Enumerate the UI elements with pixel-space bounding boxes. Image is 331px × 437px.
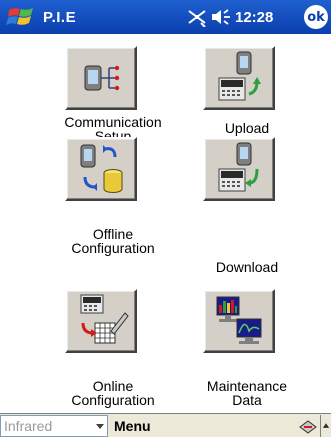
offline-configuration-button[interactable] (65, 137, 137, 201)
input-method-value: Infrared (4, 418, 53, 434)
input-method-select[interactable]: Infrared (0, 415, 108, 437)
app-title: P.I.E (43, 9, 77, 26)
windows-start-flag-icon[interactable] (6, 4, 38, 30)
dropdown-arrow-icon[interactable] (93, 419, 107, 433)
communication-setup-button[interactable] (65, 46, 137, 110)
ok-button[interactable]: ok (304, 5, 328, 29)
online-configuration-label[interactable]: Online Configuration (48, 379, 178, 407)
volume-icon[interactable] (210, 8, 232, 26)
clock[interactable]: 12:28 (235, 9, 273, 26)
offline-configuration-label[interactable]: Offline Configuration (48, 227, 178, 255)
keyboard-sip-icon[interactable] (298, 417, 318, 435)
pda-database-sync-icon (80, 144, 123, 193)
online-configuration-button[interactable] (65, 289, 137, 353)
maintenance-data-label[interactable]: Maintenance Data (182, 379, 312, 407)
download-label[interactable]: Download (182, 260, 312, 274)
download-button[interactable] (203, 137, 275, 201)
maintenance-data-button[interactable] (203, 289, 275, 353)
scroll-up-icon[interactable] (320, 415, 331, 437)
pda-connection-icon (84, 65, 120, 91)
monitors-chart-icon (216, 296, 262, 344)
bottom-bar: Infrared Menu (0, 413, 331, 437)
title-bar: P.I.E 12:28 ok (0, 0, 331, 34)
menu-softkey[interactable]: Menu (114, 418, 151, 434)
upload-button[interactable] (203, 46, 275, 110)
device-grid-edit-icon (80, 294, 129, 344)
download-from-pda-icon (218, 142, 259, 192)
upload-label[interactable]: Upload (182, 121, 312, 135)
connectivity-icon[interactable] (185, 7, 209, 27)
upload-to-pda-icon (218, 51, 261, 101)
